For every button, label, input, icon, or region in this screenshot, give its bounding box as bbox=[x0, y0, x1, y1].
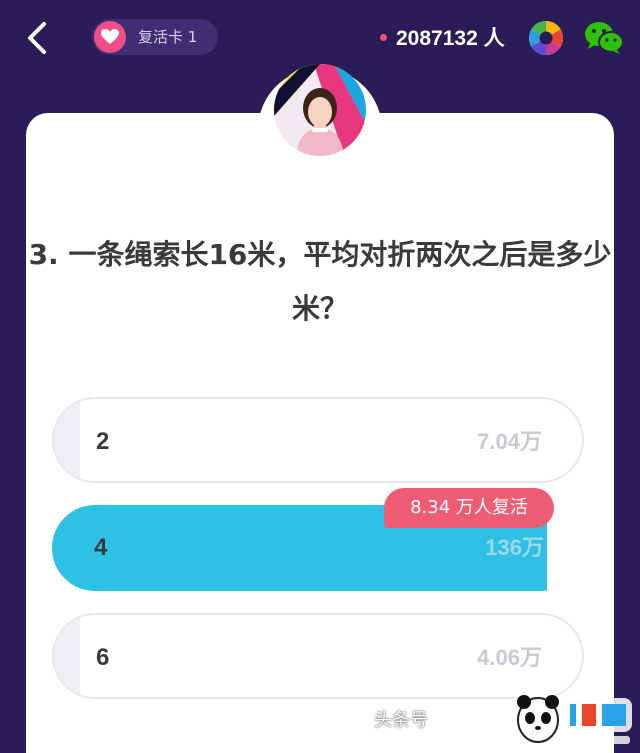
aperture-icon bbox=[529, 21, 563, 55]
answer-option-2-label: 4 bbox=[94, 534, 108, 561]
revive-count-badge: 8.34 万人复活 bbox=[384, 488, 554, 528]
answer-option-1-count: 7.04万 bbox=[477, 429, 542, 454]
answer-option-3-fill bbox=[54, 615, 81, 697]
xiaohei-logo bbox=[517, 695, 632, 744]
host-avatar bbox=[274, 64, 366, 156]
watermark: 头条号 bbox=[368, 688, 640, 752]
wechat-share-button[interactable] bbox=[584, 20, 624, 56]
answer-option-3[interactable]: 6 4.06万 bbox=[52, 613, 584, 699]
online-counter: 2087132 人 bbox=[380, 20, 505, 54]
question-text: 3. 一条绳索长16米，平均对折两次之后是多少米？ bbox=[28, 238, 612, 325]
answer-option-3-label: 6 bbox=[96, 644, 110, 671]
answer-option-1-fill bbox=[54, 399, 81, 481]
heart-icon bbox=[94, 21, 126, 53]
back-button[interactable] bbox=[24, 20, 54, 56]
answer-option-1[interactable]: 2 7.04万 bbox=[52, 397, 584, 483]
back-chevron-icon bbox=[28, 22, 46, 54]
aperture-share-button[interactable] bbox=[528, 20, 564, 56]
wechat-icon bbox=[585, 22, 624, 54]
revive-card-label: 复活卡 1 bbox=[138, 28, 198, 46]
answer-option-3-count: 4.06万 bbox=[477, 645, 542, 670]
live-dot-icon bbox=[380, 33, 387, 41]
online-count: 2087132 人 bbox=[396, 27, 505, 50]
revive-card-button[interactable]: 复活卡 1 bbox=[92, 19, 218, 55]
watermark-text: 头条号 bbox=[374, 710, 428, 731]
answer-option-1-label: 2 bbox=[96, 428, 110, 455]
